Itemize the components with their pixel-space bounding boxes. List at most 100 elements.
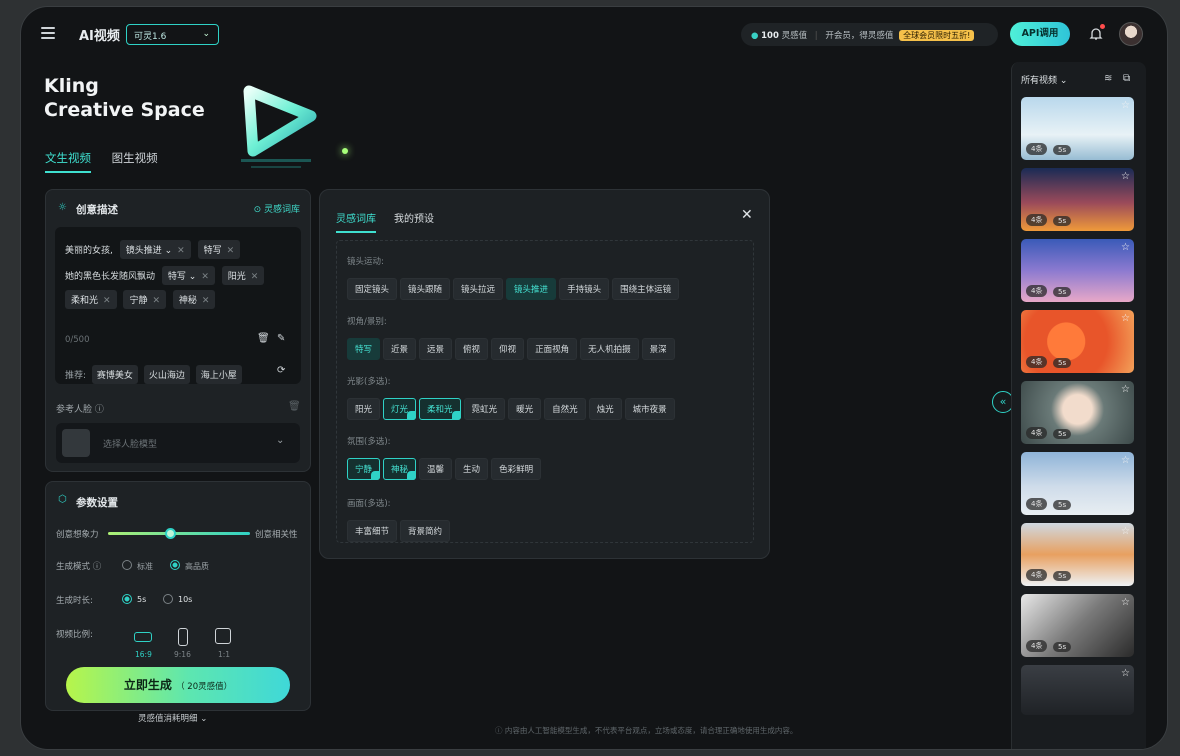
video-duration-badge: 5s [1053, 642, 1072, 652]
face-model-select[interactable]: 选择人脸模型 ⌄ [56, 423, 300, 463]
video-card[interactable]: ☆ 4条 5s [1021, 452, 1134, 515]
api-button[interactable]: API调用 [1010, 22, 1070, 46]
prompt-chip[interactable]: 柔和光 ✕ [65, 290, 117, 309]
video-card[interactable]: ☆ 4条 5s [1021, 97, 1134, 160]
menu-icon[interactable] [41, 27, 55, 39]
tag-item[interactable]: 灯光 [383, 398, 417, 420]
close-icon[interactable]: ✕ [741, 207, 753, 223]
star-icon[interactable]: ☆ [1121, 526, 1130, 537]
tag-item[interactable]: 生动 [455, 458, 489, 480]
tag-item[interactable]: 镜头拉远 [453, 278, 504, 300]
tag-item[interactable]: 阳光 [347, 398, 381, 420]
video-card[interactable]: ☆ 4条 5s [1021, 523, 1134, 586]
cost-detail-link[interactable]: 灵感值消耗明细 ⌄ [138, 712, 207, 724]
tag-item[interactable]: 镜头跟随 [400, 278, 451, 300]
tag-item[interactable]: 温馨 [419, 458, 453, 480]
close-icon[interactable]: ✕ [227, 246, 235, 256]
tag-item[interactable]: 近景 [383, 338, 417, 360]
ratio-1-1-icon[interactable] [215, 628, 231, 644]
member-text[interactable]: 开会员，得灵感值 [825, 31, 893, 41]
duration-10s-radio[interactable] [163, 594, 173, 604]
tag-row-lighting: 阳光 灯光 柔和光 霓虹光 暖光 自然光 烛光 城市夜景 [347, 397, 678, 420]
user-avatar[interactable] [1119, 22, 1143, 46]
tag-item[interactable]: 俯视 [455, 338, 489, 360]
recommend-chip[interactable]: 海上小屋 [195, 365, 242, 384]
star-icon[interactable]: ☆ [1121, 242, 1130, 253]
ratio-9-16-icon[interactable] [178, 628, 188, 646]
star-icon[interactable]: ☆ [1121, 171, 1130, 182]
star-icon[interactable]: ☆ [1121, 100, 1130, 111]
creativity-slider[interactable] [108, 532, 250, 535]
prompt-chip[interactable]: 宁静 ✕ [123, 290, 166, 309]
inspiration-link[interactable]: ⊙ 灵感词库 [254, 202, 300, 215]
prompt-chip[interactable]: 神秘 ✕ [172, 290, 216, 309]
tag-item[interactable]: 特写 [347, 338, 381, 360]
ratio-16-9-icon[interactable] [134, 632, 152, 642]
video-card[interactable]: ☆ 4条 5s [1021, 239, 1134, 302]
close-icon[interactable]: ✕ [177, 246, 185, 256]
edit-icon[interactable]: ✎ [277, 333, 285, 344]
stack-icon[interactable]: ≋ [1104, 73, 1112, 84]
copy-icon[interactable]: ⧉ [1123, 73, 1130, 84]
tag-item[interactable]: 远景 [419, 338, 453, 360]
star-icon[interactable]: ☆ [1121, 597, 1130, 608]
close-icon[interactable]: ✕ [103, 296, 111, 306]
promo-badge[interactable]: 全球会员限时五折! [899, 30, 975, 41]
trash-icon[interactable]: 🗑 [257, 333, 270, 344]
mode-high-quality-radio[interactable] [170, 560, 180, 570]
tag-item[interactable]: 正面视角 [527, 338, 578, 360]
bell-icon[interactable] [1089, 27, 1103, 41]
tag-item[interactable]: 手持镜头 [559, 278, 610, 300]
star-icon[interactable]: ☆ [1121, 313, 1130, 324]
recommend-chip[interactable]: 火山海边 [143, 365, 190, 384]
tab-image-to-video[interactable]: 图生视频 [112, 150, 158, 171]
video-card[interactable]: ☆ 4条 5s [1021, 310, 1134, 373]
close-icon[interactable]: ✕ [202, 296, 210, 306]
tag-item[interactable]: 无人机拍摄 [580, 338, 639, 360]
close-icon[interactable]: ✕ [201, 272, 209, 282]
video-card[interactable]: ☆ [1021, 665, 1134, 715]
generate-button[interactable]: 立即生成 （ 20灵感值） [66, 667, 290, 703]
tag-item[interactable]: 色彩鲜明 [491, 458, 542, 480]
tag-item[interactable]: 固定镜头 [347, 278, 398, 300]
tag-item[interactable]: 暖光 [508, 398, 542, 420]
tag-item[interactable]: 宁静 [347, 458, 381, 480]
tag-item[interactable]: 霓虹光 [463, 398, 506, 420]
star-icon[interactable]: ☆ [1121, 455, 1130, 466]
video-filter-select[interactable]: 所有视频 ⌄ [1021, 73, 1067, 86]
tag-item[interactable]: 烛光 [588, 398, 622, 420]
recommend-chip[interactable]: 赛博美女 [91, 365, 138, 384]
video-card[interactable]: ☆ 4条 5s [1021, 381, 1134, 444]
video-card[interactable]: ☆ 4条 5s [1021, 168, 1134, 231]
tag-item[interactable]: 城市夜景 [624, 398, 675, 420]
credits-bar[interactable]: ● 100 灵感值 | 开会员，得灵感值 全球会员限时五折! [741, 23, 998, 46]
tag-item[interactable]: 神秘 [383, 458, 417, 480]
tab-text-to-video[interactable]: 文生视频 [45, 150, 91, 173]
tag-item[interactable]: 镜头推进 [506, 278, 557, 300]
star-icon[interactable]: ☆ [1121, 668, 1130, 679]
tag-item[interactable]: 围绕主体运镜 [612, 278, 680, 300]
refresh-icon[interactable]: ⟳ [277, 365, 285, 376]
close-icon[interactable]: ✕ [152, 296, 160, 306]
prompt-chip[interactable]: 特写 ⌄ ✕ [161, 266, 215, 285]
tag-item[interactable]: 自然光 [544, 398, 586, 420]
close-icon[interactable]: ✕ [251, 272, 259, 282]
prompt-chip[interactable]: 阳光 ✕ [221, 266, 265, 285]
tag-item[interactable]: 仰视 [491, 338, 525, 360]
tab-my-presets[interactable]: 我的预设 [394, 210, 434, 225]
tag-item[interactable]: 景深 [641, 338, 675, 360]
star-icon[interactable]: ☆ [1121, 384, 1130, 395]
tag-item[interactable]: 背景简约 [400, 520, 451, 542]
duration-5s-radio[interactable] [122, 594, 132, 604]
tab-inspiration-library[interactable]: 灵感词库 [336, 210, 376, 233]
prompt-chip[interactable]: 特写 ✕ [197, 240, 241, 259]
model-select[interactable]: 可灵1.6 ⌄ [126, 24, 219, 45]
prompt-chip[interactable]: 镜头推进 ⌄ ✕ [119, 240, 191, 259]
video-card[interactable]: ☆ 4条 5s [1021, 594, 1134, 657]
tag-item[interactable]: 柔和光 [419, 398, 461, 420]
prompt-textarea[interactable]: 美丽的女孩, 镜头推进 ⌄ ✕ 特写 ✕ 她的黑色长发随风飘动 特写 ⌄ ✕ 阳光 ✕ … [55, 227, 301, 384]
trash-icon[interactable]: 🗑 [288, 401, 301, 412]
tag-item[interactable]: 丰富细节 [347, 520, 398, 542]
slider-handle[interactable] [165, 528, 176, 539]
mode-standard-radio[interactable] [122, 560, 132, 570]
